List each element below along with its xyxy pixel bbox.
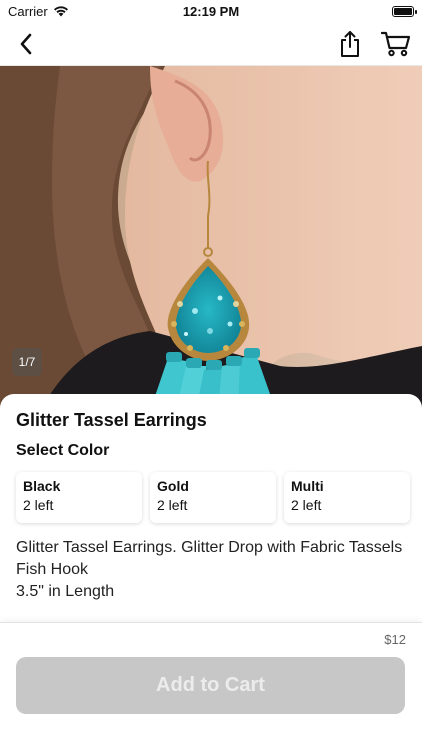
nav-actions <box>334 28 412 60</box>
back-arrow-icon <box>20 33 32 54</box>
earring-photo <box>0 66 422 411</box>
cart-icon <box>381 31 411 56</box>
color-option-multi[interactable]: Multi 2 left <box>284 472 410 523</box>
description-line: 3.5" in Length <box>16 583 115 600</box>
wifi-icon <box>53 6 68 17</box>
color-option-name: Gold <box>157 478 189 494</box>
description-line: Fish Hook <box>16 561 89 578</box>
photo-counter: 1/7 <box>12 348 42 376</box>
color-option-stock: 2 left <box>291 497 322 513</box>
color-option-stock: 2 left <box>157 497 188 513</box>
share-button[interactable] <box>334 28 366 60</box>
color-option-name: Black <box>23 478 61 494</box>
back-button[interactable] <box>10 28 42 60</box>
checkout-bar: $12 Add to Cart <box>0 622 422 750</box>
select-color-label: Select Color <box>16 442 110 459</box>
product-description: Glitter Tassel Earrings. Glitter Drop wi… <box>16 537 406 603</box>
cart-button[interactable] <box>380 28 412 60</box>
share-icon <box>341 30 359 57</box>
description-line: Glitter Tassel Earrings. Glitter Drop wi… <box>16 539 403 556</box>
product-image[interactable]: 1/7 <box>0 66 422 411</box>
battery-icon <box>392 5 417 17</box>
color-options: Black 2 left Gold 2 left Multi 2 left <box>16 472 422 523</box>
product-details: Glitter Tassel Earrings Select Color Bla… <box>0 394 422 626</box>
color-option-gold[interactable]: Gold 2 left <box>150 472 276 523</box>
status-bar: Carrier 12:19 PM <box>0 0 422 22</box>
add-to-cart-button[interactable]: Add to Cart <box>16 657 405 714</box>
product-title: Glitter Tassel Earrings <box>16 410 207 430</box>
color-option-stock: 2 left <box>23 497 54 513</box>
status-left: Carrier <box>8 4 69 19</box>
price-label: $12 <box>384 632 406 647</box>
nav-bar <box>0 22 422 66</box>
carrier-label: Carrier <box>8 3 48 19</box>
color-option-name: Multi <box>291 478 324 494</box>
color-option-black[interactable]: Black 2 left <box>16 472 142 523</box>
